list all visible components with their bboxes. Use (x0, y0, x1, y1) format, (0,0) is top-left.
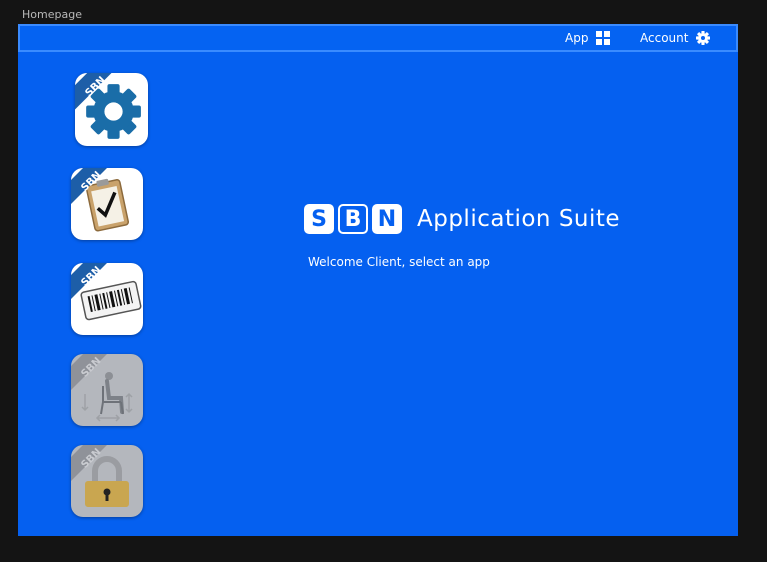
seated-person-measure-icon: SBN (71, 354, 133, 422)
padlock-icon: SBN (71, 445, 129, 507)
gear-icon (696, 31, 711, 45)
app-frame: App Account SBN SBN SBN SBN SBN S B N Ap… (18, 24, 738, 536)
app-menu-label: App (565, 31, 589, 45)
account-menu-label: Account (640, 31, 689, 45)
app-tile-barcode[interactable]: SBN (71, 263, 143, 335)
barcode-label-icon: SBN (71, 263, 142, 321)
app-tile-security[interactable]: SBN (71, 445, 143, 517)
window-title: Homepage (22, 8, 82, 21)
app-tile-settings[interactable]: SBN (75, 73, 148, 146)
app-menu-button[interactable]: App (565, 26, 611, 50)
grid-icon (596, 31, 611, 45)
top-nav-bar: App Account (18, 24, 738, 52)
settings-gear-icon: SBN (75, 73, 141, 139)
brand-title: Application Suite (417, 206, 621, 232)
app-tile-ergonomics[interactable]: SBN (71, 354, 143, 426)
clipboard-checklist-icon: SBN (71, 168, 130, 232)
brand-letter-b: B (338, 204, 368, 234)
brand-logo: S B N Application Suite (304, 204, 620, 234)
welcome-message: Welcome Client, select an app (308, 255, 490, 269)
brand-letter-s: S (304, 204, 334, 234)
app-tile-checklist[interactable]: SBN (71, 168, 143, 240)
account-menu-button[interactable]: Account (640, 26, 711, 50)
brand-letter-n: N (372, 204, 402, 234)
